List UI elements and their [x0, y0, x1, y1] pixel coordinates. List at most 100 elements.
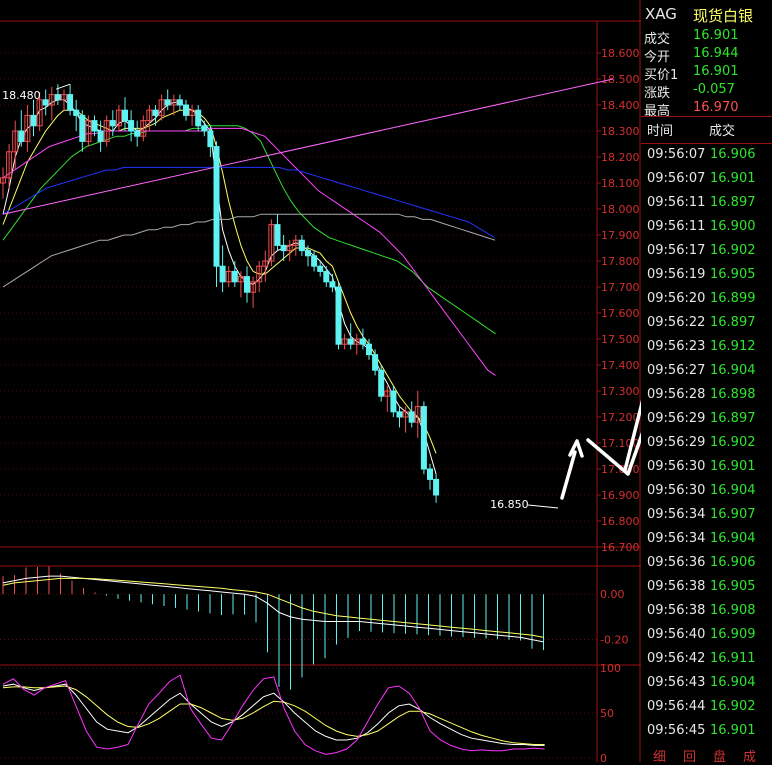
tick-time: 09:56:07	[647, 171, 706, 186]
footer-tab[interactable]: 成	[743, 746, 756, 765]
tick-price: 16.904	[710, 531, 756, 546]
tick-row[interactable]: 09:56:44 16.902	[641, 696, 772, 720]
tick-time: 09:56:27	[647, 363, 706, 378]
tick-row[interactable]: 09:56:29 16.897	[641, 408, 772, 432]
tick-time: 09:56:34	[647, 531, 706, 546]
tick-time: 09:56:42	[647, 651, 706, 666]
tick-row[interactable]: 09:56:42 16.911	[641, 648, 772, 672]
quote-sidebar: XAG 现货白银 成交 16.901 今开 16.944 买价1 16.901 涨跌 -0.0…	[641, 0, 772, 765]
footer-tab[interactable]: 盘	[713, 746, 726, 765]
ma-line	[2, 109, 437, 454]
col-time-header: 时间	[647, 124, 674, 139]
candle-body	[54, 94, 61, 101]
tick-price: 16.901	[710, 171, 756, 186]
tick-row[interactable]: 09:56:23 16.912	[641, 336, 772, 360]
tick-row[interactable]: 09:56:30 16.901	[641, 456, 772, 480]
candle-body	[359, 338, 366, 345]
tick-row[interactable]: 09:56:30 16.904	[641, 480, 772, 504]
tick-time: 09:56:34	[647, 507, 706, 522]
tick-row[interactable]: 09:56:43 16.904	[641, 672, 772, 696]
tick-time: 09:56:23	[647, 339, 706, 354]
candle-body	[427, 468, 433, 480]
tick-time: 09:56:38	[647, 579, 706, 594]
annotation-arrow	[560, 439, 584, 500]
candle-body	[347, 338, 354, 345]
tick-row[interactable]: 09:56:28 16.898	[641, 384, 772, 408]
tick-row[interactable]: 09:56:19 16.905	[641, 264, 772, 288]
footer-tab[interactable]: 回	[683, 746, 696, 765]
candle-body	[408, 411, 415, 423]
y-tick-label: 0.00	[600, 588, 625, 601]
tick-row[interactable]: 09:56:07 16.901	[641, 168, 772, 192]
tick-row[interactable]: 09:56:17 16.902	[641, 240, 772, 264]
tick-row[interactable]: 09:56:11 16.897	[641, 192, 772, 216]
candle-body	[122, 109, 128, 122]
tick-time: 09:56:07	[647, 147, 706, 162]
footer-tabs: 细回盘成	[641, 744, 772, 765]
tick-row[interactable]: 09:56:34 16.907	[641, 504, 772, 528]
candle-body	[134, 130, 141, 137]
tick-table-header: 时间 成交	[641, 118, 772, 139]
kline-chart[interactable]: 18.600 18.500 18.400 18.300 18.200 18.100 18.0…	[0, 0, 641, 762]
tick-price: 16.905	[710, 267, 756, 282]
candle-body	[323, 270, 330, 283]
quote-value: 16.901	[693, 28, 739, 43]
col-price-header: 成交	[709, 124, 736, 139]
tick-price: 16.900	[710, 219, 756, 234]
y-tick-label: 50	[600, 707, 614, 720]
y-tick-label: 17.600	[601, 307, 640, 320]
candle-body	[176, 99, 183, 106]
tick-row[interactable]: 09:56:45 16.901	[641, 720, 772, 744]
tick-row[interactable]: 09:56:27 16.904	[641, 360, 772, 384]
tick-price: 16.906	[710, 555, 756, 570]
y-tick-label: -0.20	[600, 634, 628, 647]
tick-price: 16.912	[710, 339, 756, 354]
y-tick-label: 18.200	[601, 151, 640, 164]
candle-body	[420, 406, 427, 470]
annotation-leader	[528, 504, 559, 509]
candle-body	[97, 130, 104, 142]
tick-price: 16.905	[710, 579, 756, 594]
candle-body	[213, 146, 220, 267]
tick-row[interactable]: 09:56:29 16.902	[641, 432, 772, 456]
tick-row[interactable]: 09:56:22 16.897	[641, 312, 772, 336]
quote-header: XAG 现货白银	[641, 0, 772, 26]
footer-tab[interactable]: 细	[653, 746, 666, 765]
tick-price: 16.902	[710, 699, 756, 714]
tick-row[interactable]: 09:56:11 16.900	[641, 216, 772, 240]
ma-line	[2, 213, 496, 288]
y-tick-label: 100	[600, 662, 621, 675]
tick-row[interactable]: 09:56:40 16.909	[641, 624, 772, 648]
symbol-code: XAG	[645, 5, 677, 23]
candle-body	[396, 411, 403, 418]
tick-time: 09:56:30	[647, 459, 706, 474]
candle-body	[30, 114, 37, 127]
tick-price: 16.901	[710, 723, 756, 738]
candle-body	[305, 250, 311, 257]
tick-time: 09:56:40	[647, 627, 706, 642]
y-tick-label: 18.000	[601, 203, 640, 216]
tick-time: 09:56:11	[647, 219, 706, 234]
tick-row[interactable]: 09:56:38 16.905	[641, 576, 772, 600]
candle-body	[372, 354, 379, 371]
y-tick-label: 16.800	[601, 515, 640, 528]
candle-body	[67, 94, 74, 111]
candle-body	[109, 120, 116, 127]
tick-price: 16.907	[710, 507, 756, 522]
tick-row[interactable]: 09:56:34 16.904	[641, 528, 772, 552]
candle-body	[280, 244, 287, 252]
tick-row[interactable]: 09:56:38 16.908	[641, 600, 772, 624]
tick-time: 09:56:43	[647, 675, 706, 690]
y-tick-label: 17.500	[601, 333, 640, 346]
y-tick-label: 17.300	[601, 385, 640, 398]
tick-row[interactable]: 09:56:36 16.906	[641, 552, 772, 576]
y-tick-label: 16.900	[601, 489, 640, 502]
tick-row[interactable]: 09:56:07 16.906	[641, 144, 772, 168]
kdj-line	[2, 674, 545, 755]
tick-row[interactable]: 09:56:20 16.899	[641, 288, 772, 312]
quote-value: -0.057	[693, 82, 735, 97]
y-tick-label: 18.300	[601, 125, 640, 138]
y-tick-label: 17.700	[601, 281, 640, 294]
candle-body	[201, 125, 208, 132]
tick-time: 09:56:19	[647, 267, 706, 282]
